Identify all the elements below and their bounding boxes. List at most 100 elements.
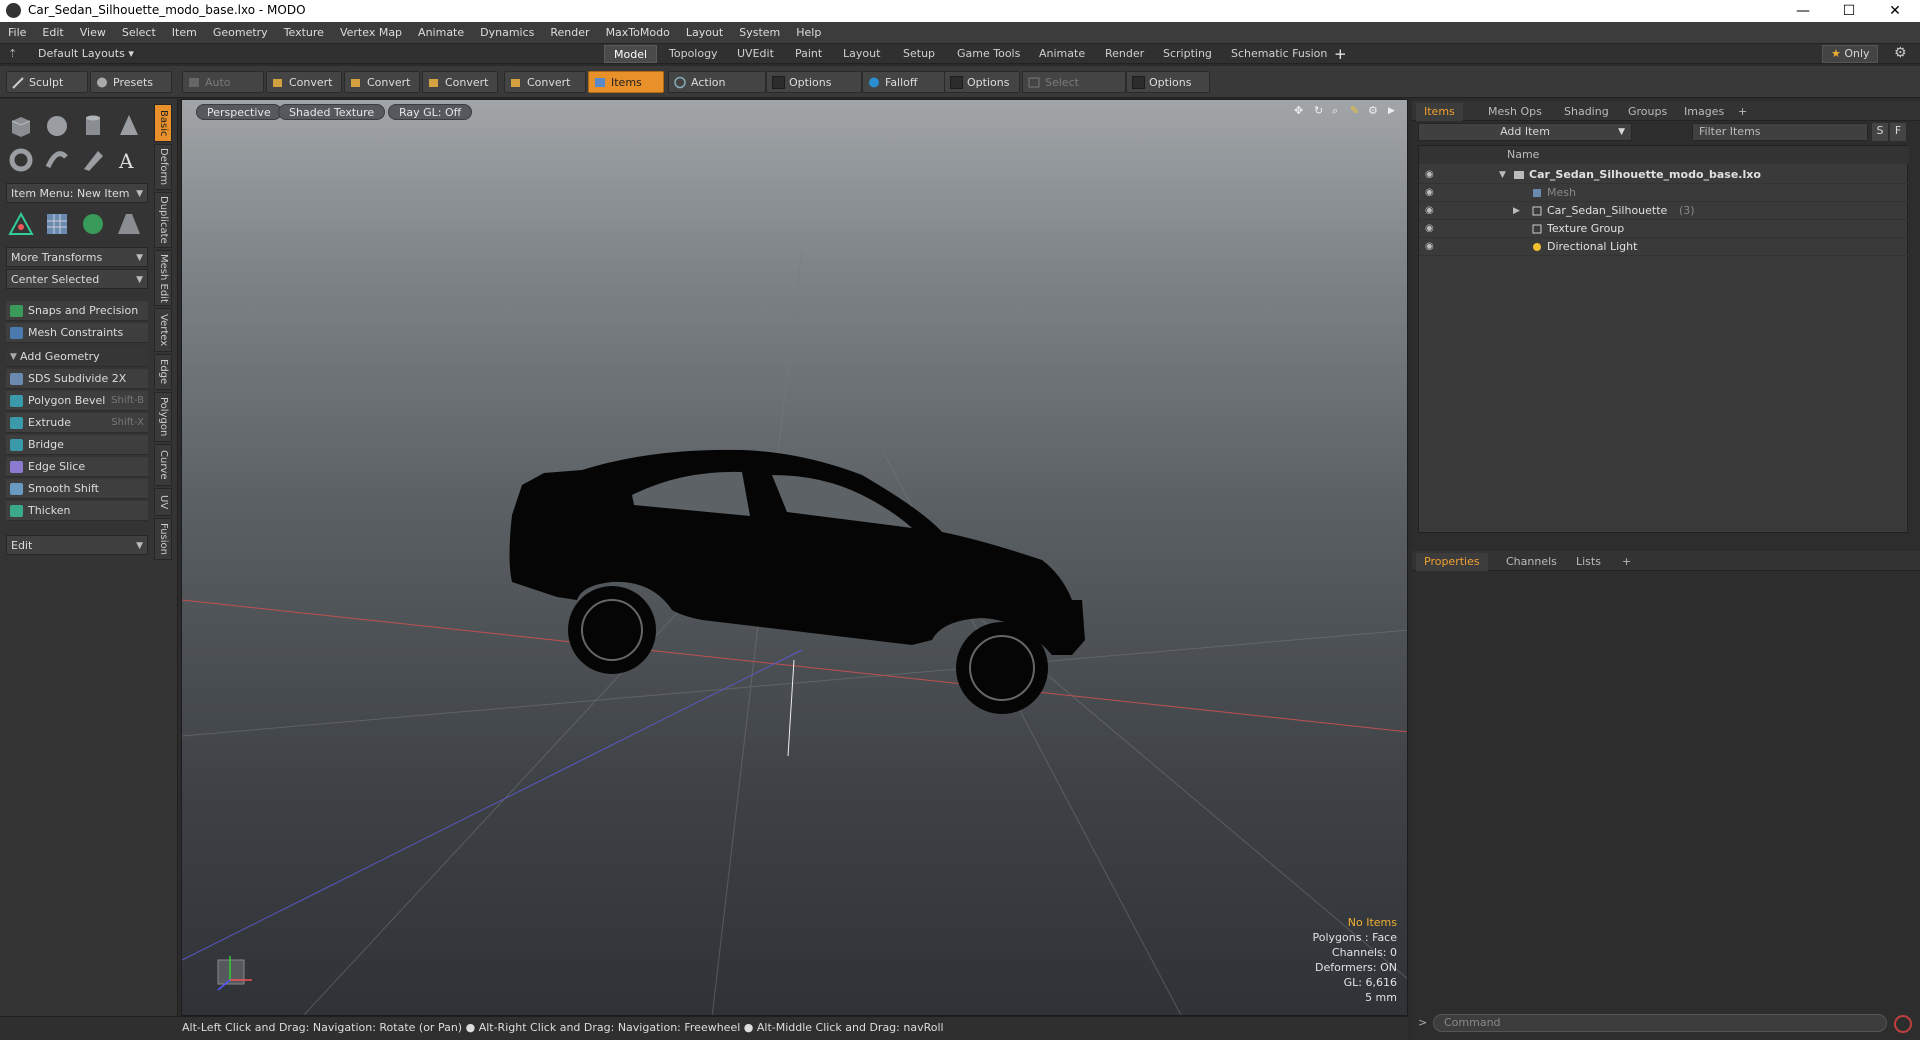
menu-vertex-map[interactable]: Vertex Map — [332, 22, 410, 44]
menu-animate[interactable]: Animate — [410, 22, 472, 44]
options-checkbox[interactable] — [950, 76, 963, 89]
add-item-dropdown[interactable]: Add Item ▼ — [1418, 123, 1632, 141]
center-selected-dropdown[interactable]: Center Selected ▼ — [6, 269, 148, 289]
cube-icon[interactable] — [6, 111, 36, 141]
tube-icon[interactable] — [42, 145, 72, 175]
convert-button-2[interactable]: Convert — [344, 71, 420, 93]
options-checkbox[interactable] — [1132, 76, 1145, 89]
convert-button-1[interactable]: Convert — [266, 71, 342, 93]
pen-icon[interactable] — [78, 145, 108, 175]
falloff-options[interactable]: Options — [944, 71, 1020, 93]
sidetab-duplicate[interactable]: Duplicate — [154, 192, 172, 248]
layout-preset-dropdown[interactable]: Default Layouts ▾ — [38, 47, 134, 60]
item-row-mesh[interactable]: ◉ Mesh — [1419, 184, 1909, 202]
cone-icon[interactable] — [114, 111, 144, 141]
sidetab-curve[interactable]: Curve — [154, 444, 172, 486]
expand-arrow-icon[interactable]: ▶ — [1513, 202, 1520, 220]
perspective-grid-icon[interactable] — [114, 209, 144, 239]
menu-select[interactable]: Select — [114, 22, 164, 44]
edit-dropdown[interactable]: Edit ▼ — [6, 535, 148, 555]
menu-edit[interactable]: Edit — [34, 22, 71, 44]
select-through-button[interactable]: Select Through — [1022, 71, 1126, 111]
3d-viewport[interactable]: Perspective Shaded Texture Ray GL: Off ✥… — [181, 99, 1408, 1016]
sidetab-mesh-edit[interactable]: Mesh Edit — [154, 250, 172, 306]
item-row-texture-group[interactable]: ◉ Texture Group — [1419, 220, 1909, 238]
item-menu-dropdown[interactable]: Item Menu: New Item ▼ — [6, 183, 148, 203]
tab-game-tools[interactable]: Game Tools — [948, 45, 1029, 63]
gear-icon[interactable]: ⚙ — [1894, 45, 1907, 61]
filter-s-button[interactable]: S — [1872, 123, 1888, 141]
presets-button[interactable]: Presets F6 — [90, 71, 172, 111]
action-center-button[interactable]: Action Center — [668, 71, 766, 111]
sidetab-deform[interactable]: Deform — [154, 144, 172, 190]
tab-paint[interactable]: Paint — [786, 45, 831, 63]
transform-gizmo-icon[interactable] — [6, 209, 36, 239]
add-tab-icon[interactable]: + — [1334, 45, 1347, 63]
add-geometry-header[interactable]: ▼ Add Geometry — [6, 347, 148, 367]
options-checkbox[interactable] — [772, 76, 785, 89]
menu-item[interactable]: Item — [164, 22, 205, 44]
sidetab-fusion[interactable]: Fusion — [154, 518, 172, 560]
menu-maxtomodo[interactable]: MaxToModo — [598, 22, 678, 44]
more-transforms-dropdown[interactable]: More Transforms ▼ — [6, 247, 148, 267]
item-row-car[interactable]: ◉ ▶ Car_Sedan_Silhouette (3) — [1419, 202, 1909, 220]
only-toggle[interactable]: ★ Only — [1822, 45, 1878, 63]
sphere-icon[interactable] — [42, 111, 72, 141]
auto-select-button[interactable]: Auto Select — [182, 71, 264, 111]
layout-pin-icon[interactable]: ⇡ — [8, 47, 17, 60]
tab-animate[interactable]: Animate — [1030, 45, 1094, 63]
text-icon[interactable]: A — [114, 145, 144, 175]
eye-icon[interactable]: ◉ — [1425, 223, 1437, 235]
minimize-button[interactable]: — — [1780, 0, 1826, 22]
sculpt-button[interactable]: Sculpt — [6, 71, 88, 93]
cylinder-icon[interactable] — [78, 111, 108, 141]
convert-button-3[interactable]: Convert — [422, 71, 498, 93]
tab-model[interactable]: Model — [604, 45, 658, 63]
tool-bridge[interactable]: Bridge — [6, 435, 148, 455]
tool-sds-subdivide[interactable]: SDS Subdivide 2X — [6, 369, 148, 389]
maximize-button[interactable]: ☐ — [1826, 0, 1872, 22]
menu-render[interactable]: Render — [542, 22, 597, 44]
menu-help[interactable]: Help — [788, 22, 829, 44]
menu-geometry[interactable]: Geometry — [205, 22, 276, 44]
tab-lists[interactable]: Lists — [1568, 553, 1609, 571]
snaps-precision-item[interactable]: Snaps and Precision — [6, 301, 148, 321]
select-options[interactable]: Options — [1126, 71, 1210, 93]
tab-properties[interactable]: Properties — [1416, 553, 1488, 571]
globe-icon[interactable] — [78, 209, 108, 239]
eye-icon[interactable]: ◉ — [1425, 169, 1437, 181]
tool-smooth-shift[interactable]: Smooth Shift — [6, 479, 148, 499]
tab-uvedit[interactable]: UVEdit — [728, 45, 783, 63]
menu-dynamics[interactable]: Dynamics — [472, 22, 542, 44]
filter-items-input[interactable]: Filter Items — [1692, 123, 1868, 141]
items-mode-button[interactable]: Items — [588, 71, 664, 93]
grid-icon[interactable] — [42, 209, 72, 239]
item-row-directional-light[interactable]: ◉ Directional Light — [1419, 238, 1909, 256]
mesh-constraints-item[interactable]: Mesh Constraints — [6, 323, 148, 343]
menu-texture[interactable]: Texture — [276, 22, 332, 44]
sidetab-basic[interactable]: Basic — [154, 104, 172, 142]
sidetab-uv[interactable]: UV — [154, 488, 172, 516]
record-icon[interactable] — [1894, 1015, 1912, 1033]
tab-render[interactable]: Render — [1096, 45, 1153, 63]
tab-shading[interactable]: Shading — [1556, 103, 1617, 121]
tool-thicken[interactable]: Thicken — [6, 501, 148, 521]
tab-items[interactable]: Items — [1416, 103, 1463, 121]
sidetab-polygon[interactable]: Polygon — [154, 392, 172, 442]
item-row-scene[interactable]: ◉ ▼ Car_Sedan_Silhouette_modo_base.lxo — [1419, 166, 1909, 184]
menu-file[interactable]: File — [0, 22, 34, 44]
tab-channels[interactable]: Channels — [1498, 553, 1565, 571]
sidetab-vertex[interactable]: Vertex — [154, 308, 172, 352]
action-center-options[interactable]: Options — [766, 71, 862, 93]
eye-icon[interactable]: ◉ — [1425, 205, 1437, 217]
tab-topology[interactable]: Topology — [660, 45, 727, 63]
falloff-button[interactable]: Falloff — [862, 71, 946, 93]
tab-schematic-fusion[interactable]: Schematic Fusion — [1222, 45, 1336, 63]
add-panel-tab-icon[interactable]: + — [1614, 553, 1639, 571]
tab-groups[interactable]: Groups — [1620, 103, 1675, 121]
filter-f-button[interactable]: F — [1890, 123, 1906, 141]
torus-icon[interactable] — [6, 145, 36, 175]
add-panel-tab-icon[interactable]: + — [1730, 103, 1755, 121]
close-button[interactable]: ✕ — [1872, 0, 1918, 22]
tab-setup[interactable]: Setup — [894, 45, 944, 63]
